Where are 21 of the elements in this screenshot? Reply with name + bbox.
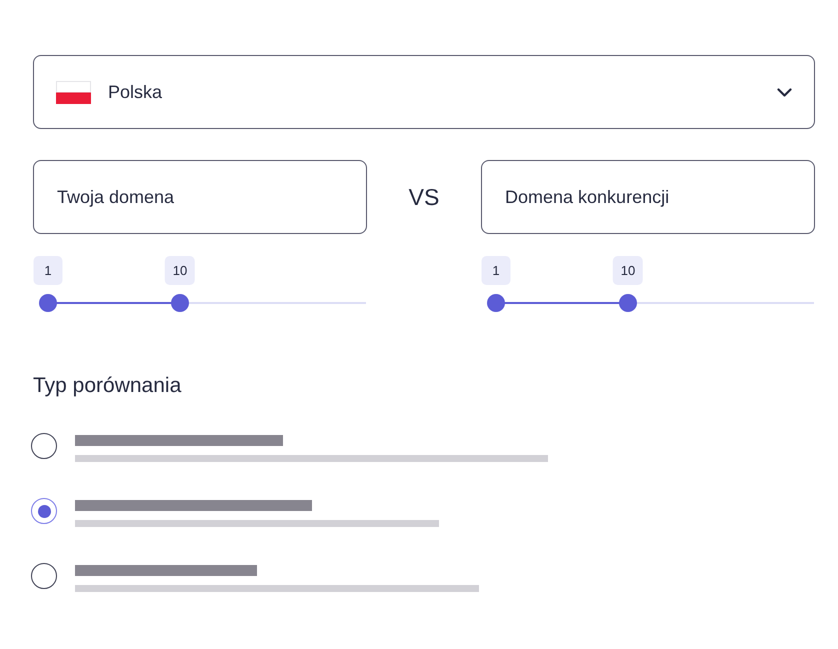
domain-input[interactable]: Twoja domena [33, 160, 367, 234]
slider-thumb[interactable] [170, 294, 189, 312]
slider-thumb[interactable] [487, 294, 505, 312]
versus-label: VS [408, 182, 440, 212]
chevron-down-icon [777, 88, 792, 96]
section-heading: Typ porównania [33, 373, 182, 399]
country-select[interactable]: Polska [33, 55, 815, 129]
slider-thumb[interactable] [618, 294, 637, 312]
slider-value-label: 1 [34, 256, 62, 285]
flag-icon [56, 80, 91, 104]
radio-button[interactable] [31, 563, 57, 589]
select-value: Polska [108, 80, 162, 104]
slider-thumb[interactable] [39, 294, 57, 312]
range-slider-track[interactable] [39, 294, 366, 312]
radio-button[interactable] [31, 498, 57, 524]
slider-value-label: 10 [164, 256, 196, 285]
slider-value-label: 1 [482, 256, 510, 285]
domain-input[interactable]: Domena konkurencji [481, 160, 815, 234]
radio-button[interactable] [31, 433, 57, 459]
slider-value-label: 10 [612, 256, 644, 285]
range-slider-track[interactable] [487, 294, 814, 312]
